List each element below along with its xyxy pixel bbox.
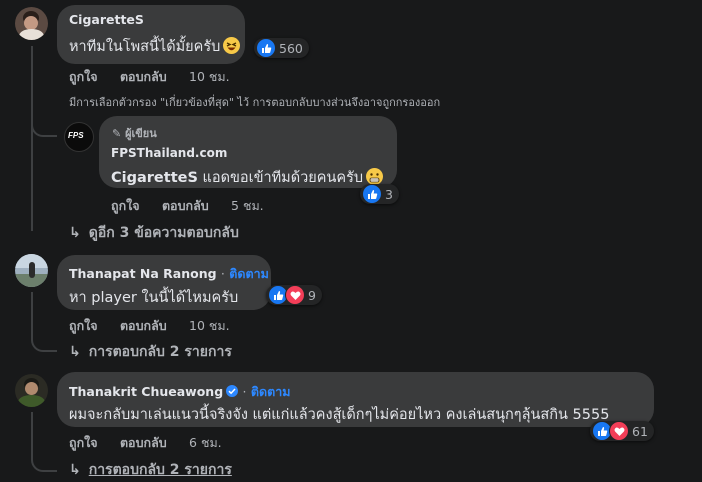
comment-author[interactable]: CigaretteS: [69, 12, 144, 27]
reply-arrow-icon: ↳: [69, 344, 81, 360]
reply-arrow-icon: ↳: [69, 462, 81, 478]
separator-dot: ·: [242, 384, 247, 399]
reply-text: CigaretteS แอดขอเข้าทีมด้วยคนครับ: [111, 166, 384, 189]
like-button[interactable]: ถูกใจ: [69, 435, 98, 450]
view-replies-link[interactable]: ↳ การตอบกลับ 2 รายการ: [69, 459, 232, 481]
view-more-replies-label: ดูอีก 3 ข้อความตอบกลับ: [88, 225, 239, 241]
thread-line: [31, 46, 33, 231]
thread-line: [31, 412, 33, 452]
like-button[interactable]: ถูกใจ: [69, 318, 98, 333]
follow-button[interactable]: ติดตาม: [251, 384, 291, 399]
view-replies-label: การตอบกลับ 2 รายการ: [88, 344, 232, 360]
avatar-fpsthailand[interactable]: FPS: [64, 122, 94, 152]
reply-connector: [31, 113, 57, 137]
comment-actions: ถูกใจ ตอบกลับ 6 ชม.: [69, 433, 240, 453]
comment-author[interactable]: Thanakrit Chueawong: [69, 384, 223, 399]
reaction-summary[interactable]: 61: [590, 421, 654, 441]
comment-author-line: Thanapat Na Ranong · ติดตาม: [69, 264, 269, 284]
reply-reaction-summary[interactable]: 3: [360, 184, 399, 204]
comment-actions: ถูกใจ ตอบกลับ 10 ชม.: [69, 67, 248, 87]
filter-note: มีการเลือกตัวกรอง "เกี่ยวข้องที่สุด" ไว้…: [69, 96, 441, 109]
reaction-summary[interactable]: 9: [266, 285, 322, 305]
love-icon: [609, 421, 629, 441]
view-more-replies-link[interactable]: ↳ ดูอีก 3 ข้อความตอบกลับ: [69, 222, 239, 244]
avatar-thanapat[interactable]: [15, 254, 48, 287]
separator-dot: ·: [220, 266, 225, 281]
reply-text-content: แอดขอเข้าทีมด้วยคนครับ: [202, 170, 364, 186]
reaction-summary[interactable]: 560: [254, 38, 309, 58]
comment-text: หา player ในนี้ได้ไหมครับ: [69, 290, 239, 306]
laughing-emoji-icon: [223, 37, 241, 54]
follow-button[interactable]: ติดตาม: [229, 266, 269, 281]
reaction-count: 61: [632, 423, 648, 439]
reply-button[interactable]: ตอบกลับ: [162, 198, 209, 213]
reply-connector: [31, 330, 57, 352]
comment-timestamp[interactable]: 10 ชม.: [189, 69, 230, 84]
pencil-icon: ✎: [112, 127, 122, 140]
like-icon: [362, 184, 382, 204]
comment-author-line: Thanakrit Chueawong · ติดตาม: [69, 382, 290, 402]
verified-badge-icon: [226, 385, 239, 397]
like-button[interactable]: ถูกใจ: [69, 69, 98, 84]
grimacing-emoji-icon: [366, 168, 384, 185]
author-badge: ✎ ผู้เขียน: [112, 124, 157, 142]
reply-arrow-icon: ↳: [69, 225, 81, 241]
comment-timestamp[interactable]: 6 ชม.: [189, 435, 222, 450]
mention-link[interactable]: CigaretteS: [111, 170, 198, 186]
fps-logo: FPS: [68, 131, 84, 140]
reply-button[interactable]: ตอบกลับ: [120, 435, 167, 450]
reply-button[interactable]: ตอบกลับ: [120, 318, 167, 333]
comment-actions: ถูกใจ ตอบกลับ 10 ชม.: [69, 316, 248, 336]
view-replies-label: การตอบกลับ 2 รายการ: [88, 462, 232, 478]
reply-actions: ถูกใจ ตอบกลับ 5 ชม.: [111, 196, 282, 216]
comment-text-content: หาทีมในโพสนี้ได้มั้ยครับ: [69, 39, 221, 55]
like-button[interactable]: ถูกใจ: [111, 198, 140, 213]
avatar-thanakrit[interactable]: [15, 374, 48, 407]
reply-connector: [31, 450, 57, 472]
reply-author[interactable]: FPSThailand.com: [111, 146, 227, 160]
reaction-count: 3: [385, 186, 393, 202]
author-badge-label: ผู้เขียน: [125, 127, 157, 140]
reply-timestamp[interactable]: 5 ชม.: [231, 198, 264, 213]
reaction-count: 560: [279, 40, 303, 56]
thread-line: [31, 292, 33, 332]
view-replies-link[interactable]: ↳ การตอบกลับ 2 รายการ: [69, 341, 232, 363]
avatar-cigarettes[interactable]: [15, 7, 48, 40]
love-icon: [285, 285, 305, 305]
comment-timestamp[interactable]: 10 ชม.: [189, 318, 230, 333]
comment-author[interactable]: Thanapat Na Ranong: [69, 266, 217, 281]
like-icon: [256, 38, 276, 58]
reply-button[interactable]: ตอบกลับ: [120, 69, 167, 84]
comment-text: ผมจะกลับมาเล่นแนวนี้จริงจัง แต่แก่แล้วคง…: [69, 407, 610, 423]
reaction-count: 9: [308, 287, 316, 303]
comment-text: หาทีมในโพสนี้ได้มั้ยครับ: [69, 35, 241, 58]
